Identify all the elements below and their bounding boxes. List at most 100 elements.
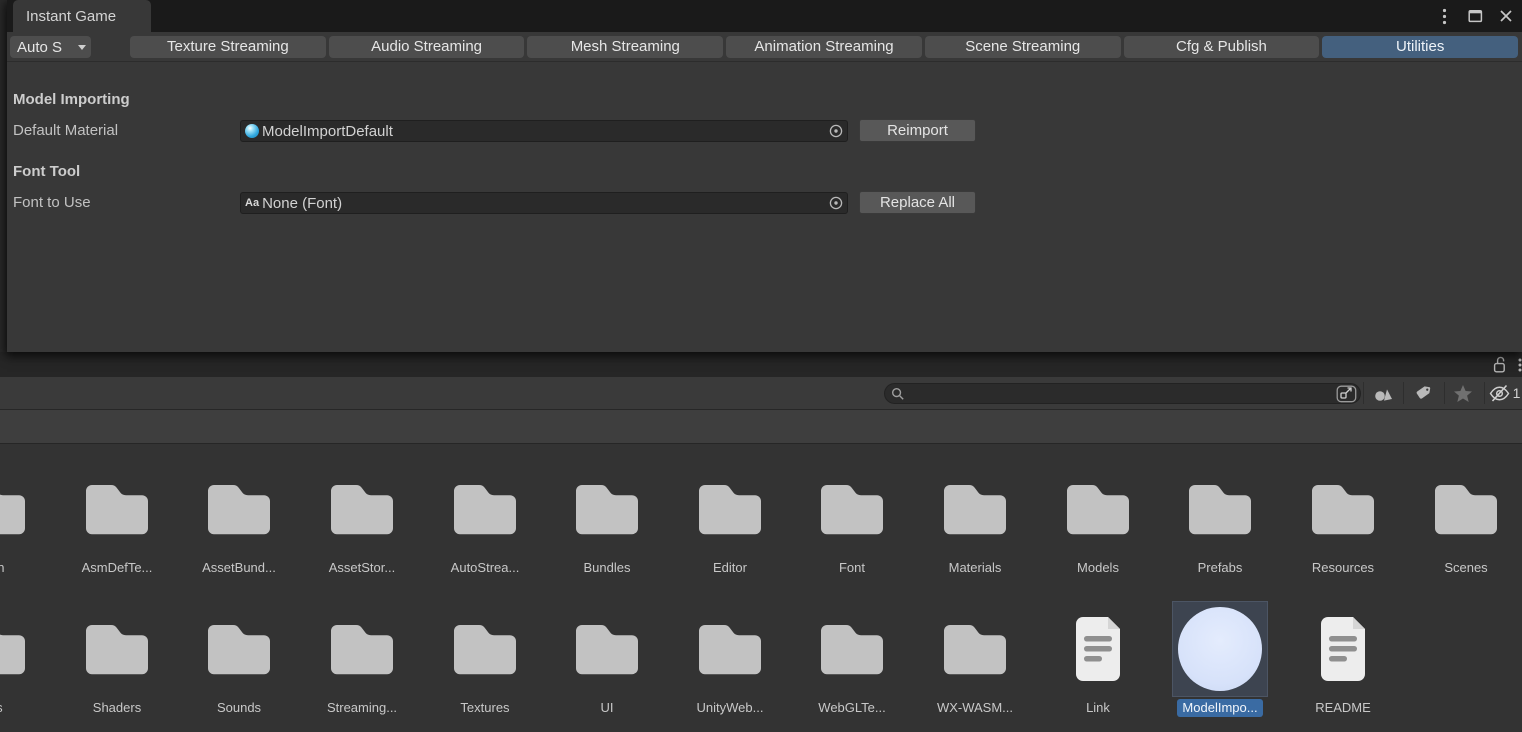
project-item-prefabs[interactable]: Prefabs [1159, 461, 1281, 576]
project-item-resources[interactable]: Resources [1282, 461, 1404, 576]
project-item-bundles[interactable]: Bundles [546, 461, 668, 576]
item-label: WX-WASM... [914, 699, 1036, 716]
auto-streaming-dropdown[interactable]: Auto S [10, 36, 91, 58]
project-item-materials[interactable]: Materials [914, 461, 1036, 576]
dropdown-label: Auto S [17, 39, 76, 56]
search-by-type-icon[interactable] [1364, 381, 1402, 405]
project-item-unityweb[interactable]: UnityWeb... [669, 601, 791, 716]
folder-icon [574, 482, 640, 536]
folder-icon [329, 482, 395, 536]
open-search-window-icon[interactable] [1334, 385, 1358, 403]
section-header-model-importing: Model Importing [13, 91, 130, 108]
kebab-menu-icon[interactable] [1435, 6, 1453, 26]
project-item-streaming[interactable]: Streaming... [301, 601, 423, 716]
project-item-ots[interactable]: ots [0, 601, 55, 716]
folder-icon [942, 622, 1008, 676]
item-label: Bundles [546, 559, 668, 576]
font-to-use-label: Font to Use [13, 194, 91, 211]
project-item-autostrea[interactable]: AutoStrea... [424, 461, 546, 576]
default-material-object-field[interactable]: ModelImportDefault [240, 120, 848, 142]
streaming-toolbar: Auto S Texture StreamingAudio StreamingM… [7, 32, 1522, 62]
project-item-modelimpo[interactable]: ModelImpo... [1159, 601, 1281, 717]
item-label: Prefabs [1159, 559, 1281, 576]
tab-mesh-streaming[interactable]: Mesh Streaming [527, 36, 723, 58]
maximize-icon[interactable] [1466, 6, 1484, 26]
project-item-sounds[interactable]: Sounds [178, 601, 300, 716]
object-picker-icon[interactable] [827, 123, 844, 140]
item-label: ModelImpo... [1159, 699, 1281, 717]
search-by-label-icon[interactable] [1404, 381, 1442, 405]
item-label: UI [546, 699, 668, 716]
project-files-grid: tionAsmDefTe...AssetBund...AssetStor...A… [0, 443, 1522, 732]
object-picker-icon[interactable] [827, 195, 844, 212]
hidden-items-toggle[interactable]: 1 [1484, 381, 1522, 405]
default-material-value: ModelImportDefault [262, 123, 827, 140]
default-material-label: Default Material [13, 122, 118, 139]
project-item-assetstor[interactable]: AssetStor... [301, 461, 423, 576]
project-item-font[interactable]: Font [791, 461, 913, 576]
document-icon [1072, 617, 1124, 681]
font-to-use-value: None (Font) [262, 195, 827, 212]
folder-icon [574, 622, 640, 676]
project-item-wx-wasm[interactable]: WX-WASM... [914, 601, 1036, 716]
project-item-asmdefte[interactable]: AsmDefTe... [56, 461, 178, 576]
folder-icon [329, 622, 395, 676]
tab-animation-streaming[interactable]: Animation Streaming [726, 36, 922, 58]
item-label: UnityWeb... [669, 699, 791, 716]
project-item-link[interactable]: Link [1037, 601, 1159, 716]
tab-instant-game[interactable]: Instant Game [13, 0, 151, 32]
unlock-icon[interactable] [1488, 355, 1510, 375]
folder-icon [452, 622, 518, 676]
close-icon[interactable] [1497, 6, 1515, 26]
search-input[interactable] [905, 385, 1334, 402]
material-sphere-icon [245, 124, 259, 138]
item-label: Scenes [1405, 559, 1522, 576]
tab-audio-streaming[interactable]: Audio Streaming [329, 36, 525, 58]
item-label: AsmDefTe... [56, 559, 178, 576]
font-to-use-object-field[interactable]: Aa None (Font) [240, 192, 848, 214]
project-item-readme[interactable]: README [1282, 601, 1404, 716]
folder-icon [1187, 482, 1253, 536]
tab-cfg-publish[interactable]: Cfg & Publish [1124, 36, 1320, 58]
favorites-star-icon[interactable] [1444, 381, 1482, 405]
project-item-ui[interactable]: UI [546, 601, 668, 716]
material-sphere-preview-icon [1178, 607, 1262, 691]
streaming-tabs: Texture StreamingAudio StreamingMesh Str… [130, 36, 1518, 58]
item-label: Editor [669, 559, 791, 576]
replace-all-button[interactable]: Replace All [859, 191, 976, 214]
project-item-assetbund[interactable]: AssetBund... [178, 461, 300, 576]
folder-icon [84, 622, 150, 676]
reimport-button[interactable]: Reimport [859, 119, 976, 142]
project-item-textures[interactable]: Textures [424, 601, 546, 716]
item-label: Font [791, 559, 913, 576]
project-item-models[interactable]: Models [1037, 461, 1159, 576]
document-icon [1317, 617, 1369, 681]
project-item-tion[interactable]: tion [0, 461, 55, 576]
tab-scene-streaming[interactable]: Scene Streaming [925, 36, 1121, 58]
folder-icon [1065, 482, 1131, 536]
item-label: AssetBund... [178, 559, 300, 576]
item-label: WebGLTe... [791, 699, 913, 716]
folder-icon [697, 622, 763, 676]
project-item-scenes[interactable]: Scenes [1405, 461, 1522, 576]
project-item-editor[interactable]: Editor [669, 461, 791, 576]
item-label: Resources [1282, 559, 1404, 576]
project-item-webglte[interactable]: WebGLTe... [791, 601, 913, 716]
folder-icon [206, 622, 272, 676]
panel-kebab-menu-icon[interactable] [1516, 356, 1522, 373]
project-toolbar: 1 [0, 377, 1522, 409]
item-label: tion [0, 559, 55, 576]
folder-icon [206, 482, 272, 536]
search-field[interactable] [884, 383, 1361, 404]
tab-utilities[interactable]: Utilities [1322, 36, 1518, 58]
font-aa-icon: Aa [245, 196, 259, 210]
screen: 1 tionAsmDefTe...AssetBund...AssetStor..… [0, 0, 1522, 732]
item-label: AutoStrea... [424, 559, 546, 576]
folder-icon [0, 622, 27, 676]
tab-texture-streaming[interactable]: Texture Streaming [130, 36, 326, 58]
folder-icon [819, 482, 885, 536]
folder-icon [1310, 482, 1376, 536]
project-item-shaders[interactable]: Shaders [56, 601, 178, 716]
item-label: AssetStor... [301, 559, 423, 576]
item-label: Materials [914, 559, 1036, 576]
